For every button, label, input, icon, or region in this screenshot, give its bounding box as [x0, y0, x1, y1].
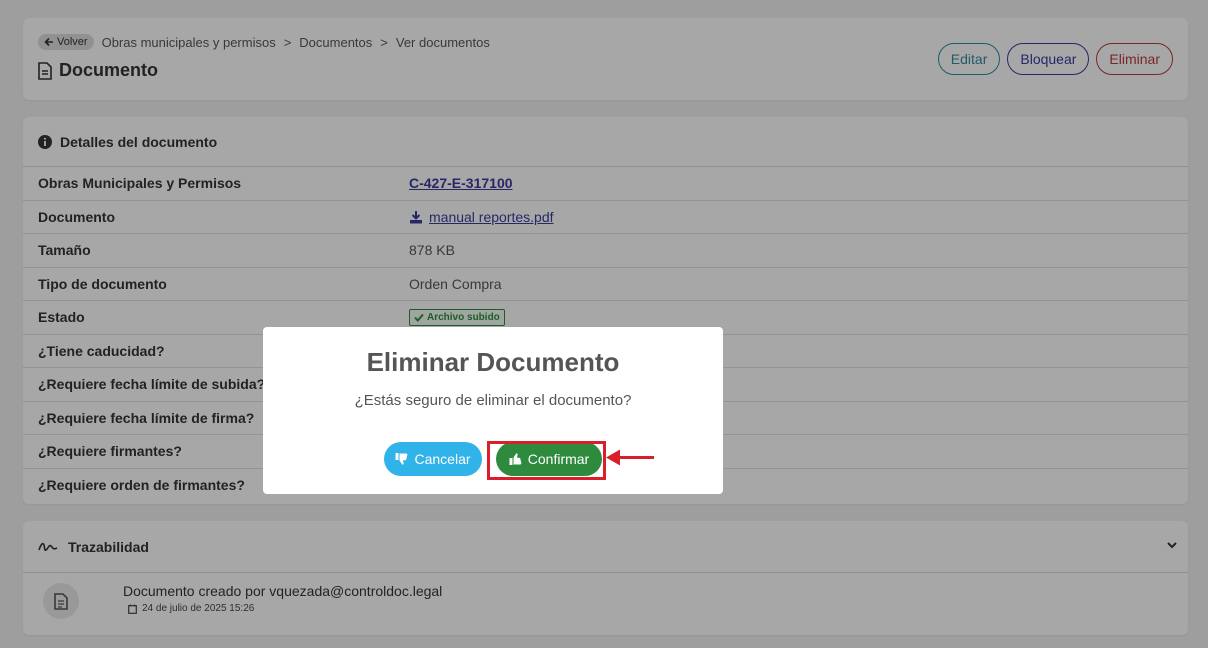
cancel-button[interactable]: Cancelar: [384, 442, 482, 476]
cancel-label: Cancelar: [414, 451, 471, 467]
modal-title: Eliminar Documento: [366, 347, 620, 377]
thumbs-down-icon: [395, 453, 408, 465]
thumbs-up-icon: [509, 453, 522, 465]
confirm-button[interactable]: Confirmar: [496, 442, 602, 476]
modal-message: ¿Estás seguro de eliminar el documento?: [354, 392, 632, 409]
confirm-label: Confirmar: [527, 451, 590, 467]
arrow-left-annotation-icon: [606, 449, 654, 466]
modal-backdrop[interactable]: [0, 0, 1208, 648]
